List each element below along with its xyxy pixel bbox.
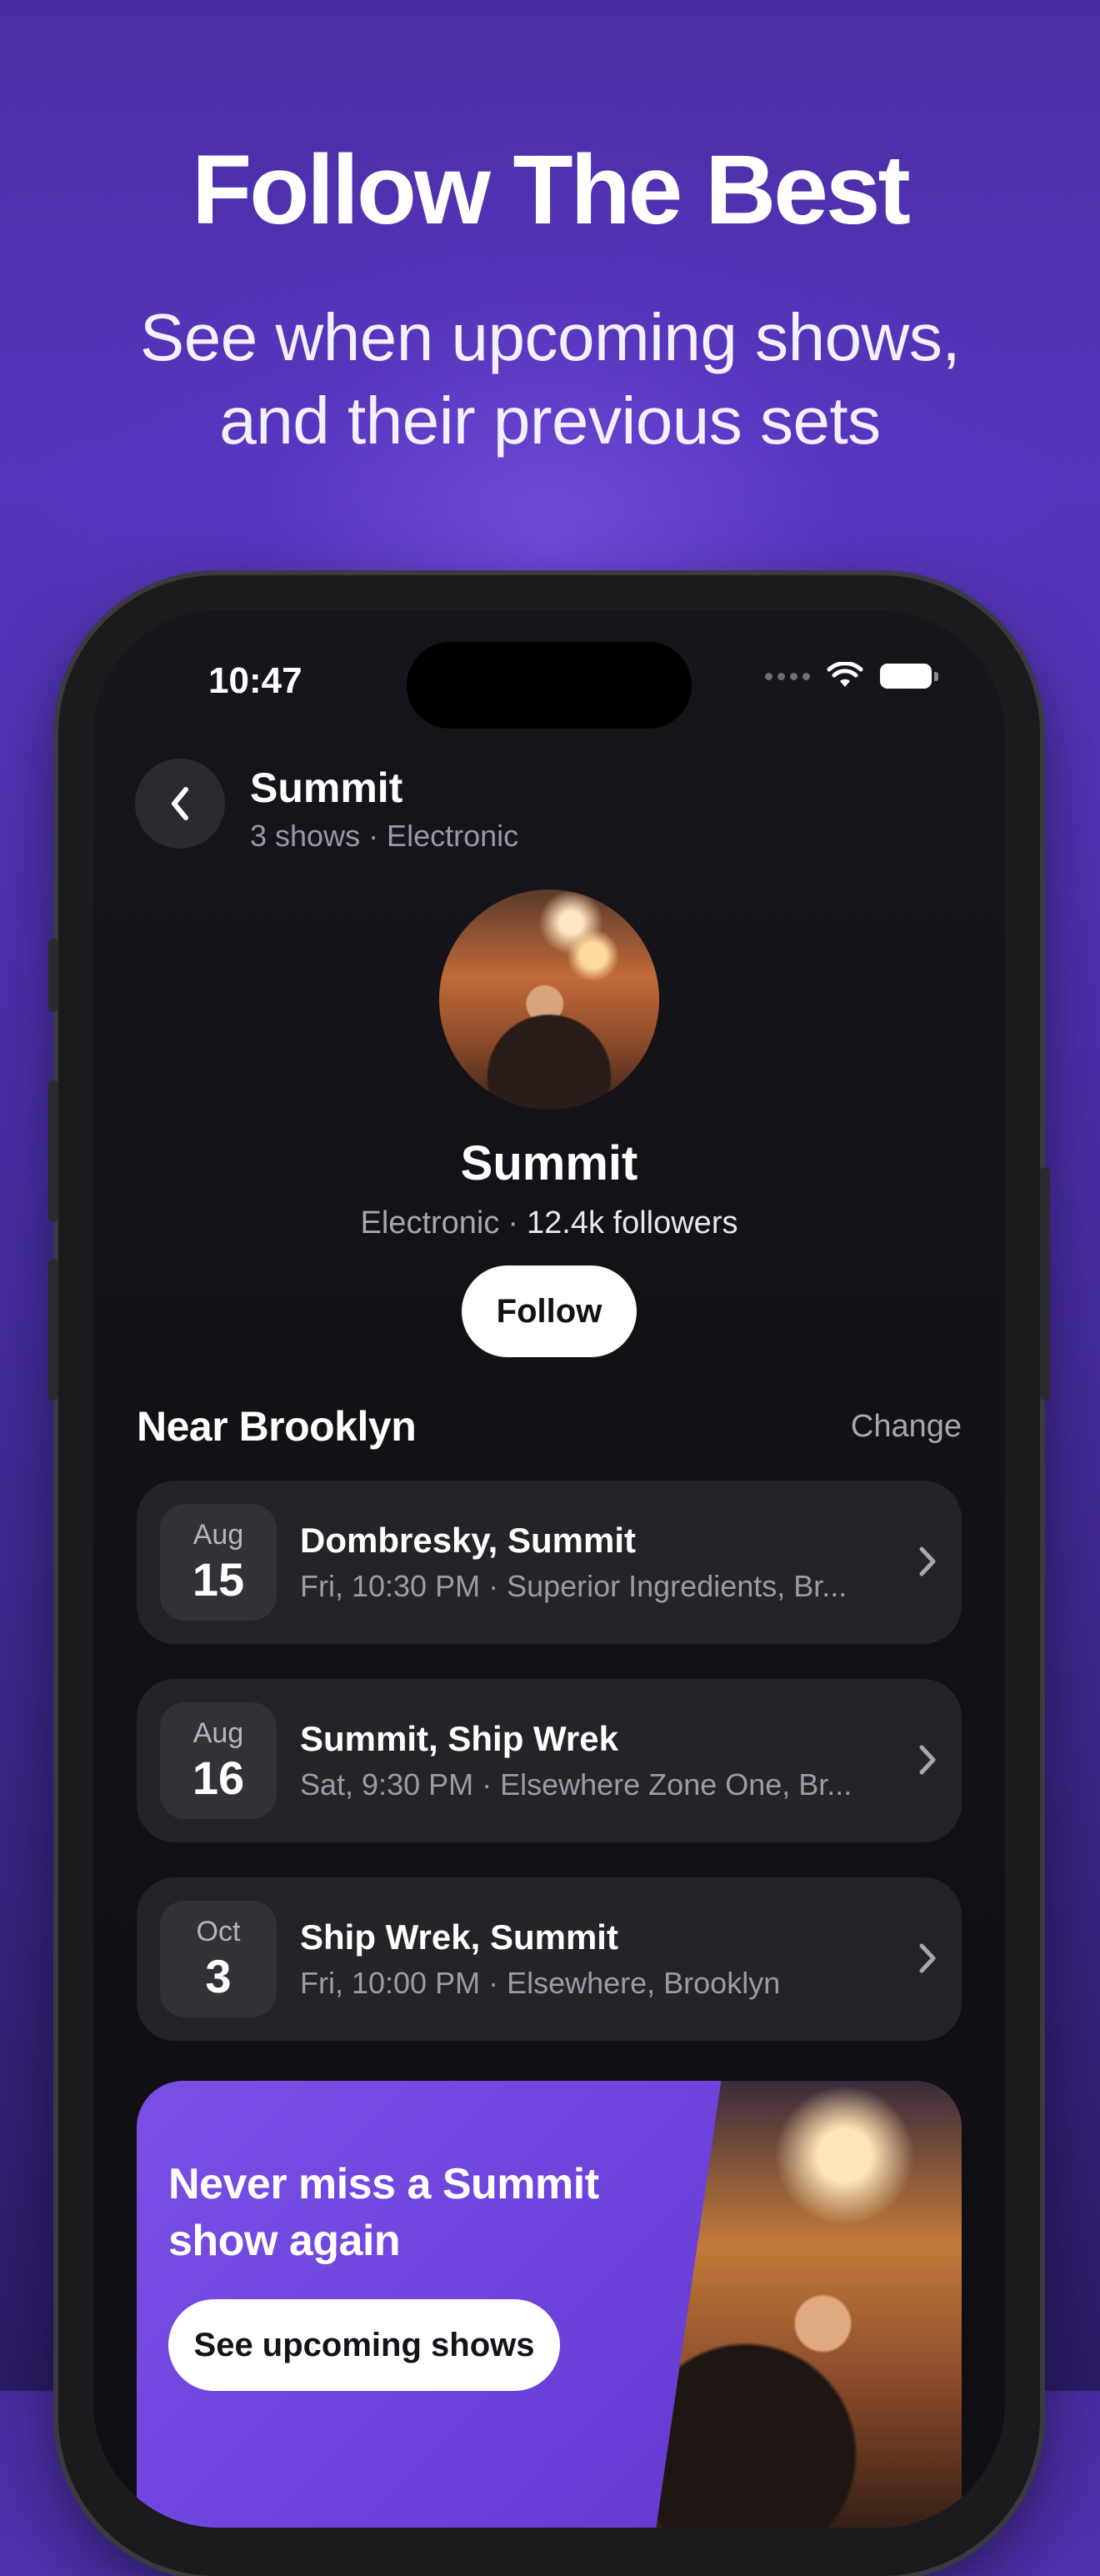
nav-subtitle: 3 shows · Electronic <box>250 819 519 853</box>
artist-name: Summit <box>460 1136 638 1190</box>
event-day: 16 <box>192 1752 245 1804</box>
event-subtitle: Sat, 9:30 PM · Elsewhere Zone One, Br... <box>300 1767 852 1802</box>
event-subtitle: Fri, 10:30 PM · Superior Ingredients, Br… <box>300 1569 848 1603</box>
event-month: Aug <box>192 1519 244 1551</box>
chevron-right-icon <box>919 1546 936 1576</box>
marketing-subhead: See when upcoming shows, and their previ… <box>0 296 1100 463</box>
see-upcoming-shows-button[interactable]: See upcoming shows <box>168 2299 560 2391</box>
chevron-right-icon <box>919 1943 936 1973</box>
back-button[interactable] <box>135 759 225 849</box>
promo-title-line1: Never miss a Summit <box>168 2160 599 2208</box>
signal-icon <box>765 672 810 680</box>
promo-title: Never miss a Summit show again <box>168 2156 635 2269</box>
date-chip: Oct 3 <box>160 1901 277 2017</box>
event-card[interactable]: Aug 16 Summit, Ship Wrek Sat, 9:30 PM · … <box>137 1679 962 1842</box>
back-chevron-icon <box>172 787 188 820</box>
phone-action-button <box>48 939 58 1012</box>
event-month: Oct <box>196 1916 241 1947</box>
phone-volume-down-button <box>48 1259 58 1401</box>
artist-meta: Electronic · 12.4k followers <box>93 1205 1005 1241</box>
artist-genre: Electronic <box>360 1205 500 1240</box>
date-chip: Aug 15 <box>160 1504 277 1621</box>
phone-volume-up-button <box>48 1080 58 1222</box>
event-month: Aug <box>192 1717 244 1749</box>
phone-screen: 10:47 Summit 3 shows · Electronic Summit… <box>93 610 1005 2528</box>
meta-separator: · <box>508 1205 519 1240</box>
event-day: 3 <box>205 1950 232 2002</box>
promo-artist-photo <box>653 2081 962 2528</box>
event-day: 15 <box>192 1553 245 1606</box>
section-title: Near Brooklyn <box>137 1403 417 1450</box>
marketing-headline: Follow The Best <box>192 135 911 245</box>
event-title: Dombresky, Summit <box>300 1521 636 1560</box>
artist-avatar <box>439 890 659 1110</box>
status-time: 10:47 <box>208 660 302 701</box>
event-card[interactable]: Oct 3 Ship Wrek, Summit Fri, 10:00 PM · … <box>137 1877 962 2041</box>
battery-icon <box>880 664 938 689</box>
marketing-subhead-line2: and their previous sets <box>219 383 881 458</box>
date-chip: Aug 16 <box>160 1702 277 1819</box>
artist-followers: 12.4k followers <box>527 1205 738 1240</box>
status-icons <box>765 662 938 690</box>
promo-banner: Never miss a Summit show again See upcom… <box>137 2081 962 2528</box>
event-subtitle: Fri, 10:00 PM · Elsewhere, Brooklyn <box>300 1966 781 2000</box>
promo-title-line2: show again <box>168 2217 401 2265</box>
follow-button[interactable]: Follow <box>462 1265 637 1357</box>
chevron-right-icon <box>919 1745 936 1775</box>
nav-title: Summit <box>250 764 403 811</box>
dynamic-island <box>407 642 692 729</box>
event-title: Summit, Ship Wrek <box>300 1719 618 1758</box>
wifi-icon <box>827 662 863 687</box>
phone-power-button <box>1040 1167 1050 1401</box>
marketing-subhead-line1: See when upcoming shows, <box>139 300 961 374</box>
event-title: Ship Wrek, Summit <box>300 1917 618 1957</box>
event-card[interactable]: Aug 15 Dombresky, Summit Fri, 10:30 PM ·… <box>137 1481 962 1644</box>
change-location-link[interactable]: Change <box>851 1409 962 1445</box>
